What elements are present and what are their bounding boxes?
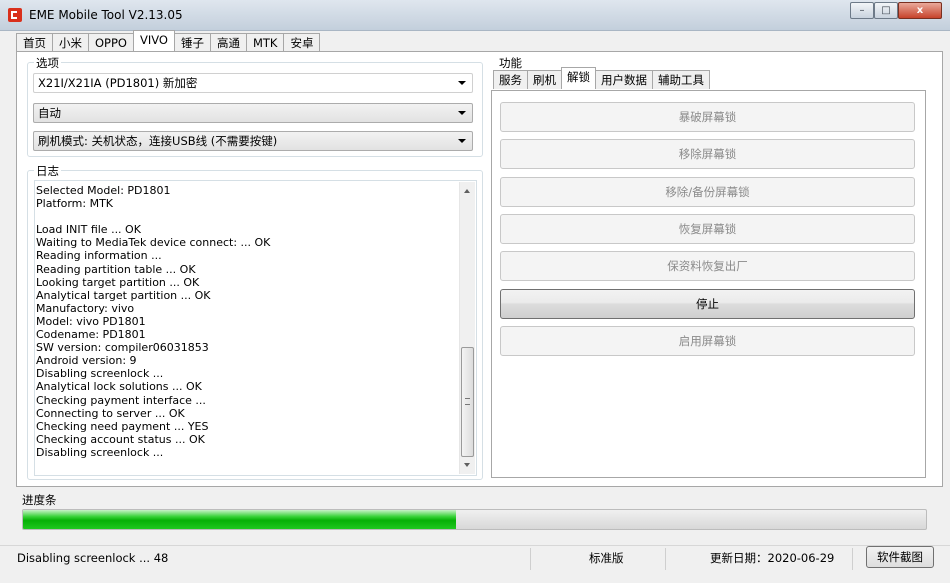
progress-fill [23, 510, 457, 529]
brute-force-screenlock-button[interactable]: 暴破屏幕锁 [500, 102, 915, 132]
remove-screenlock-button[interactable]: 移除屏幕锁 [500, 139, 915, 169]
log-line: Checking payment interface ... [36, 393, 206, 407]
status-bar: Disabling screenlock ... 48 标准版 更新日期：202… [0, 545, 950, 583]
enable-screenlock-button[interactable]: 启用屏幕锁 [500, 326, 915, 356]
log-line: Connecting to server ... OK [36, 406, 185, 420]
tab-flash[interactable]: 刷机 [527, 70, 562, 89]
function-label: 功能 [497, 55, 524, 71]
log-line: Codename: PD1801 [36, 328, 146, 342]
log-line: Analytical lock solutions ... OK [36, 380, 202, 394]
status-divider [530, 548, 531, 570]
log-scrollbar[interactable] [459, 182, 475, 474]
tab-tools[interactable]: 辅助工具 [652, 70, 710, 89]
remove-backup-screenlock-button[interactable]: 移除/备份屏幕锁 [500, 177, 915, 207]
options-label: 选项 [34, 55, 61, 71]
restore-screenlock-button[interactable]: 恢复屏幕锁 [500, 214, 915, 244]
chevron-down-icon [458, 81, 466, 85]
tab-android[interactable]: 安卓 [283, 33, 321, 51]
minimize-button[interactable]: – [850, 2, 874, 19]
log-line: Model: vivo PD1801 [36, 314, 146, 328]
log-line: Load INIT file ... OK [36, 223, 141, 237]
log-line: Waiting to MediaTek device connect: ... … [36, 236, 271, 250]
chevron-down-icon [458, 139, 466, 143]
tab-xiaomi[interactable]: 小米 [52, 33, 89, 51]
log-line: Android version: 9 [36, 354, 137, 368]
log-line: Platform: MTK [36, 197, 114, 211]
log-lines: Selected Model: PD1801 Platform: MTK Load… [36, 184, 270, 459]
log-line: Checking need payment ... YES [36, 419, 209, 433]
log-textarea[interactable]: Selected Model: PD1801 Platform: MTK Load… [34, 180, 477, 476]
stop-button[interactable]: 停止 [500, 289, 915, 319]
grip-icon [465, 398, 470, 405]
app-logo-icon [8, 8, 22, 22]
tab-service[interactable]: 服务 [493, 70, 528, 89]
log-line: Disabling screenlock ... [36, 445, 164, 459]
scroll-up-arrow-icon[interactable] [464, 189, 470, 193]
model-select-value: X21I/X21IA (PD1801) 新加密 [38, 76, 198, 90]
progress-label: 进度条 [22, 493, 57, 507]
tab-unlock[interactable]: 解锁 [561, 67, 596, 89]
flash-mode-select-value: 刷机模式: 关机状态，连接USB线 (不需要按键) [38, 134, 278, 148]
status-divider [665, 548, 666, 570]
tab-smartisan[interactable]: 锤子 [173, 33, 211, 51]
log-line: Disabling screenlock ... [36, 367, 164, 381]
window-title: EME Mobile Tool V2.13.05 [29, 8, 183, 22]
scroll-down-arrow-icon[interactable] [464, 463, 470, 467]
tab-home[interactable]: 首页 [16, 33, 53, 51]
log-line: Analytical target partition ... OK [36, 288, 211, 302]
title-bar[interactable]: EME Mobile Tool V2.13.05 – □ x [0, 0, 950, 31]
screenshot-button[interactable]: 软件截图 [866, 546, 934, 568]
top-tab-bar: 首页 小米 OPPO VIVO 锤子 高通 MTK 安卓 [16, 30, 321, 52]
close-button[interactable]: x [898, 2, 942, 19]
mode-select-value: 自动 [38, 106, 61, 120]
edition-label: 标准版 [589, 551, 624, 565]
factory-reset-keep-data-button[interactable]: 保资料恢复出厂 [500, 251, 915, 281]
log-line: Reading information ... [36, 249, 162, 263]
tab-vivo[interactable]: VIVO [132, 30, 175, 51]
update-date: 更新日期：2020-06-29 [710, 551, 835, 565]
status-message: Disabling screenlock ... 48 [17, 551, 169, 565]
app-window: EME Mobile Tool V2.13.05 – □ x 首页 小米 OPP… [0, 0, 950, 583]
mode-select[interactable]: 自动 [33, 103, 473, 123]
log-line: Selected Model: PD1801 [36, 184, 171, 197]
log-line: Manufactory: vivo [36, 301, 135, 315]
tab-oppo[interactable]: OPPO [88, 33, 134, 51]
status-divider [852, 548, 853, 570]
log-line: Checking account status ... OK [36, 432, 205, 446]
maximize-button[interactable]: □ [874, 2, 898, 19]
chevron-down-icon [458, 111, 466, 115]
log-line: Reading partition table ... OK [36, 262, 196, 276]
scroll-thumb[interactable] [461, 347, 474, 457]
progress-bar [22, 509, 927, 530]
function-tab-bar: 服务 刷机 解锁 用户数据 辅助工具 [493, 67, 710, 90]
log-line: Looking target partition ... OK [36, 275, 200, 289]
model-select[interactable]: X21I/X21IA (PD1801) 新加密 [33, 73, 473, 93]
tab-mtk[interactable]: MTK [245, 33, 285, 51]
log-line: SW version: compiler06031853 [36, 341, 209, 355]
tab-user-data[interactable]: 用户数据 [595, 70, 653, 89]
flash-mode-select[interactable]: 刷机模式: 关机状态，连接USB线 (不需要按键) [33, 131, 473, 151]
window-controls: – □ x [850, 2, 942, 20]
log-label: 日志 [34, 163, 61, 179]
tab-qualcomm[interactable]: 高通 [209, 33, 247, 51]
